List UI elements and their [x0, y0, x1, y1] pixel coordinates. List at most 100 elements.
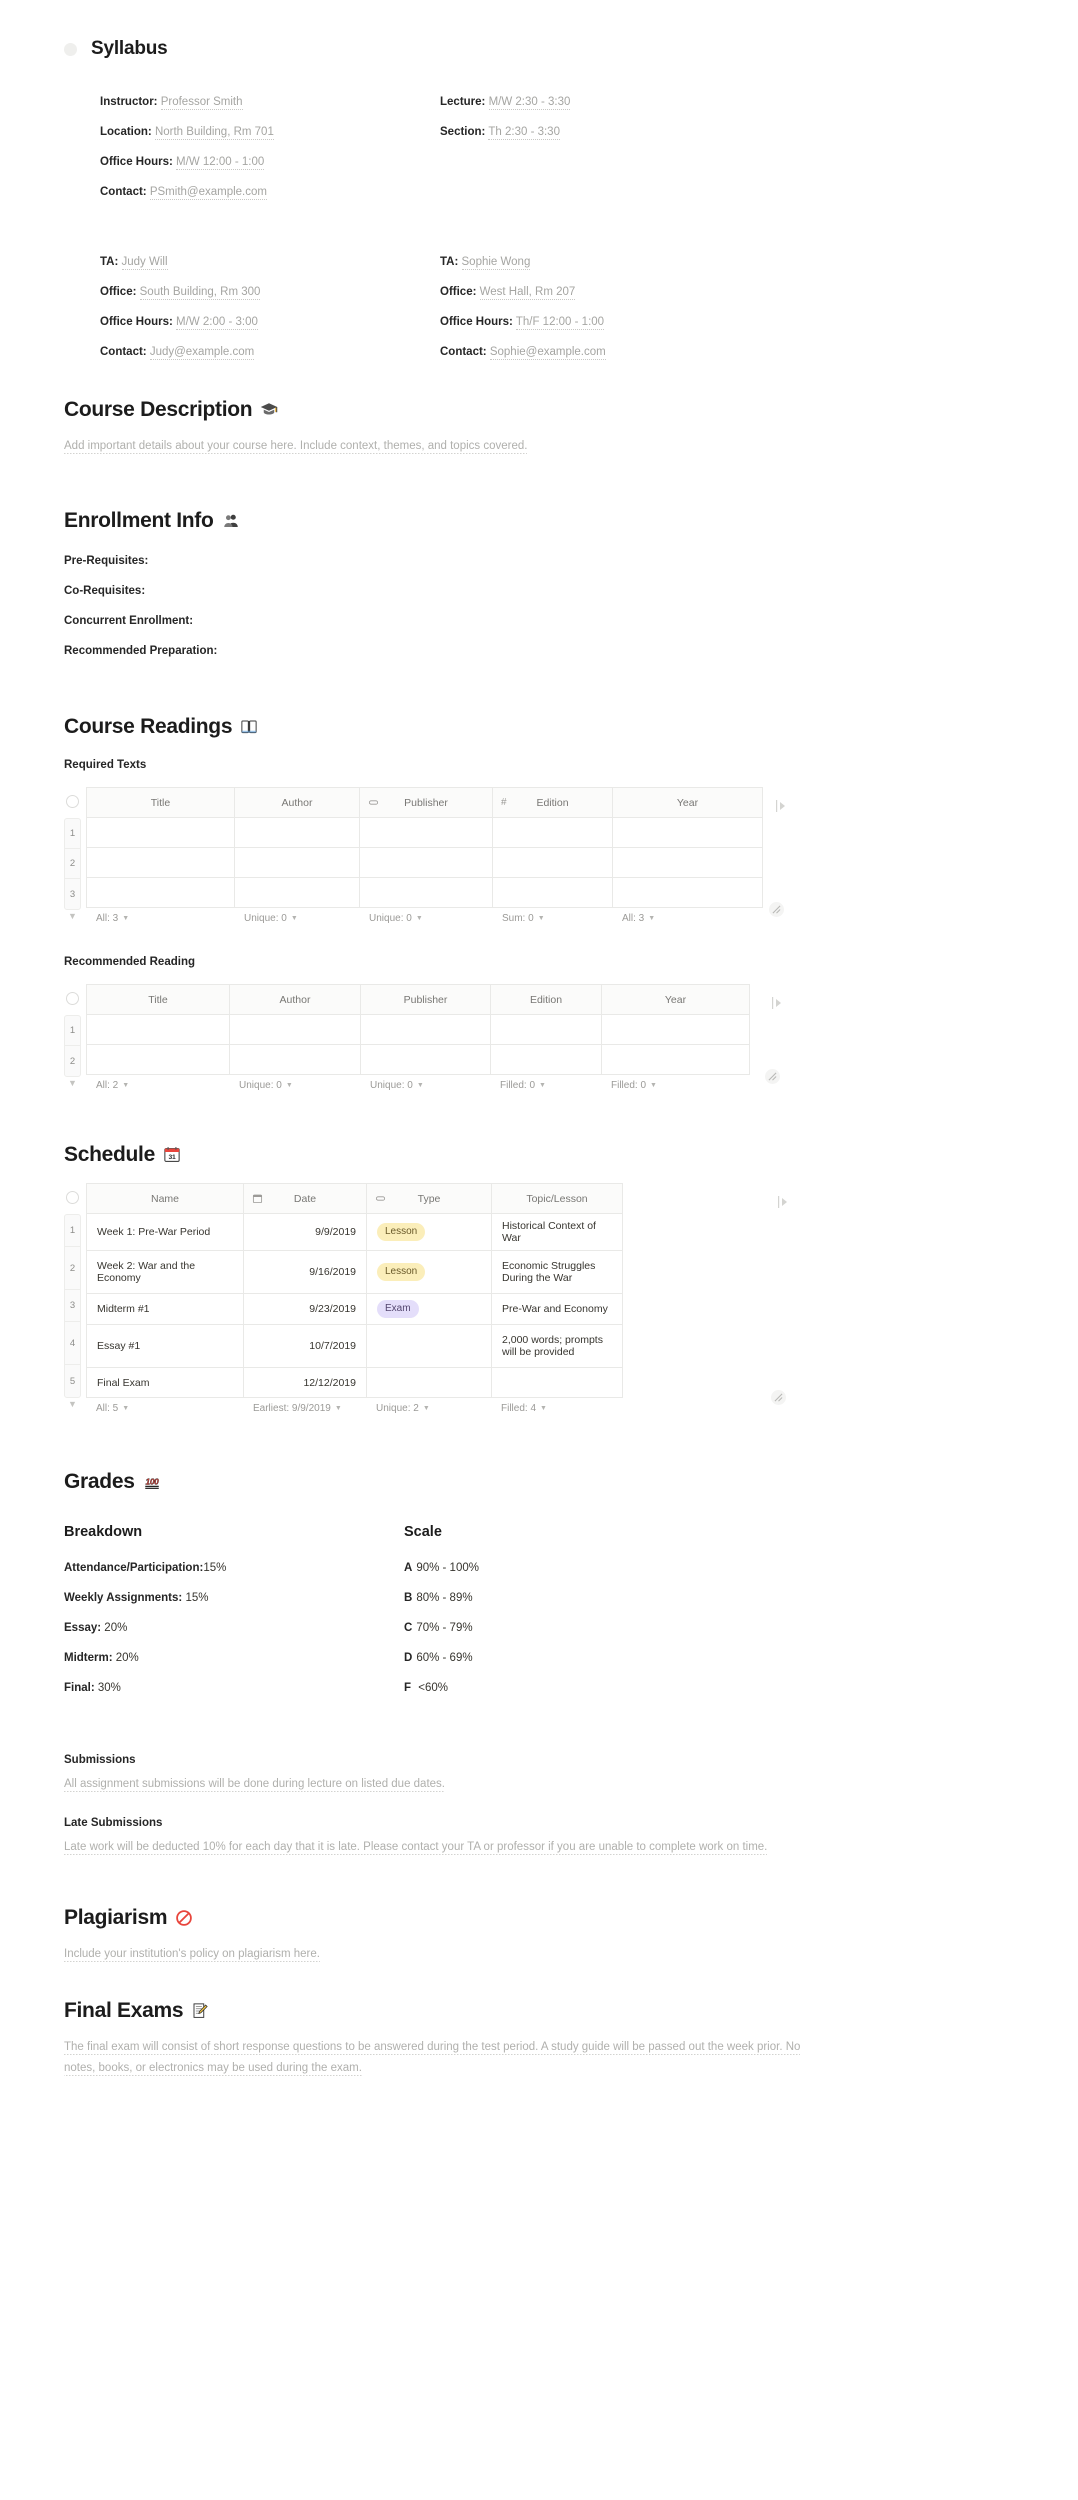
page-icon-placeholder[interactable]	[64, 42, 77, 56]
aggregation-date[interactable]: Earliest: 9/9/2019 ▼	[243, 1403, 366, 1414]
table-cell[interactable]	[86, 847, 235, 878]
table-cell[interactable]	[234, 847, 360, 878]
column-header-title[interactable]: Title	[86, 984, 230, 1015]
add-column-icon[interactable]	[776, 799, 786, 813]
aggregation-publisher[interactable]: Unique: 0 ▼	[360, 1080, 490, 1091]
row-handle[interactable]: 2	[65, 1247, 80, 1290]
table-cell[interactable]	[612, 817, 763, 848]
table-cell[interactable]	[359, 877, 493, 908]
schedule-cell-type[interactable]: Lesson	[366, 1213, 492, 1251]
info-value[interactable]: South Building, Rm 300	[139, 286, 261, 300]
schedule-cell-date[interactable]: 9/9/2019	[243, 1213, 367, 1251]
schedule-cell-date[interactable]: 9/16/2019	[243, 1250, 367, 1294]
info-value[interactable]: Sophie@example.com	[489, 346, 606, 360]
table-resize-grip[interactable]	[771, 1390, 786, 1405]
aggregation-topic[interactable]: Filled: 4 ▼	[491, 1403, 622, 1414]
schedule-cell-type[interactable]	[366, 1324, 492, 1368]
aggregation-edition[interactable]: Sum: 0 ▼	[492, 913, 612, 924]
select-all-rows-toggle[interactable]	[66, 795, 79, 808]
schedule-cell-topic[interactable]: Pre-War and Economy	[491, 1293, 623, 1325]
column-header-year[interactable]: Year	[601, 984, 750, 1015]
add-row-icon[interactable]: ▼	[67, 911, 78, 921]
column-header-publisher[interactable]: Publisher	[359, 787, 493, 818]
column-header-topic-lesson[interactable]: Topic/Lesson	[491, 1183, 623, 1214]
table-cell[interactable]	[612, 877, 763, 908]
schedule-cell-name[interactable]: Final Exam	[86, 1367, 244, 1398]
info-value[interactable]: Judy Will	[121, 256, 168, 270]
table-cell[interactable]	[492, 847, 613, 878]
table-cell[interactable]	[86, 817, 235, 848]
table-cell[interactable]	[86, 1014, 230, 1045]
table-cell[interactable]	[359, 847, 493, 878]
info-value[interactable]: M/W 2:00 - 3:00	[176, 316, 258, 330]
column-header-title[interactable]: Title	[86, 787, 235, 818]
column-header-edition[interactable]: Edition	[490, 984, 602, 1015]
select-all-rows-toggle[interactable]	[66, 992, 79, 1005]
schedule-cell-type[interactable]: Exam	[366, 1293, 492, 1325]
table-cell[interactable]	[360, 1044, 491, 1075]
table-cell[interactable]	[601, 1014, 750, 1045]
schedule-cell-topic[interactable]: Historical Context of War	[491, 1213, 623, 1251]
schedule-cell-date[interactable]: 12/12/2019	[243, 1367, 367, 1398]
table-cell[interactable]	[490, 1014, 602, 1045]
aggregation-author[interactable]: Unique: 0 ▼	[229, 1080, 360, 1091]
schedule-cell-topic[interactable]	[491, 1367, 623, 1398]
schedule-cell-date[interactable]: 9/23/2019	[243, 1293, 367, 1325]
row-handle[interactable]: 3	[65, 1290, 80, 1322]
table-cell[interactable]	[229, 1044, 361, 1075]
table-cell[interactable]	[492, 877, 613, 908]
row-handle[interactable]: 1	[65, 1016, 80, 1046]
table-cell[interactable]	[601, 1044, 750, 1075]
column-header-publisher[interactable]: Publisher	[360, 984, 491, 1015]
row-handle[interactable]: 4	[65, 1322, 80, 1365]
table-cell[interactable]	[612, 847, 763, 878]
table-resize-grip[interactable]	[769, 902, 784, 917]
info-value[interactable]: Professor Smith	[160, 96, 243, 110]
row-handle[interactable]: 3	[65, 879, 80, 909]
aggregation-year[interactable]: All: 3 ▼	[612, 913, 762, 924]
column-header-type[interactable]: Type	[366, 1183, 492, 1214]
info-value[interactable]: North Building, Rm 701	[154, 126, 274, 140]
course-description-body-wrap[interactable]: Add important details about your course …	[64, 436, 824, 457]
row-handle[interactable]: 2	[65, 1046, 80, 1076]
schedule-cell-name[interactable]: Week 2: War and the Economy	[86, 1250, 244, 1294]
plagiarism-body-wrap[interactable]: Include your institution's policy on pla…	[64, 1944, 824, 1965]
table-resize-grip[interactable]	[765, 1069, 780, 1084]
schedule-cell-topic[interactable]: 2,000 words; prompts will be provided	[491, 1324, 623, 1368]
table-cell[interactable]	[234, 817, 360, 848]
add-column-icon[interactable]	[772, 996, 782, 1010]
row-handle[interactable]: 1	[65, 819, 80, 849]
aggregation-title[interactable]: All: 2 ▼	[86, 1080, 229, 1091]
add-row-icon[interactable]: ▼	[67, 1399, 78, 1409]
aggregation-edition[interactable]: Filled: 0 ▼	[490, 1080, 601, 1091]
info-value[interactable]: Th 2:30 - 3:30	[488, 126, 560, 140]
row-handle[interactable]: 2	[65, 849, 80, 879]
table-cell[interactable]	[490, 1044, 602, 1075]
table-cell[interactable]	[359, 817, 493, 848]
row-handle[interactable]: 1	[65, 1215, 80, 1247]
column-header-date[interactable]: Date	[243, 1183, 367, 1214]
column-header-edition[interactable]: # Edition	[492, 787, 613, 818]
schedule-cell-name[interactable]: Midterm #1	[86, 1293, 244, 1325]
schedule-cell-topic[interactable]: Economic Struggles During the War	[491, 1250, 623, 1294]
row-handle[interactable]: 5	[65, 1365, 80, 1397]
info-value[interactable]: Th/F 12:00 - 1:00	[515, 316, 605, 330]
info-value[interactable]: Judy@example.com	[149, 346, 255, 360]
late-submissions-body-wrap[interactable]: Late work will be deducted 10% for each …	[64, 1837, 819, 1858]
aggregation-name[interactable]: All: 5 ▼	[86, 1403, 243, 1414]
column-header-author[interactable]: Author	[234, 787, 360, 818]
info-value[interactable]: M/W 12:00 - 1:00	[176, 156, 265, 170]
final-exams-body-wrap[interactable]: The final exam will consist of short res…	[64, 2037, 826, 2079]
table-cell[interactable]	[86, 1044, 230, 1075]
table-cell[interactable]	[360, 1014, 491, 1045]
info-value[interactable]: Sophie Wong	[461, 256, 531, 270]
schedule-cell-type[interactable]	[366, 1367, 492, 1398]
aggregation-type[interactable]: Unique: 2 ▼	[366, 1403, 491, 1414]
schedule-cell-date[interactable]: 10/7/2019	[243, 1324, 367, 1368]
submissions-body-wrap[interactable]: All assignment submissions will be done …	[64, 1774, 824, 1795]
aggregation-year[interactable]: Filled: 0 ▼	[601, 1080, 749, 1091]
info-value[interactable]: West Hall, Rm 207	[479, 286, 576, 300]
table-cell[interactable]	[492, 817, 613, 848]
column-header-author[interactable]: Author	[229, 984, 361, 1015]
add-row-icon[interactable]: ▼	[67, 1078, 78, 1088]
